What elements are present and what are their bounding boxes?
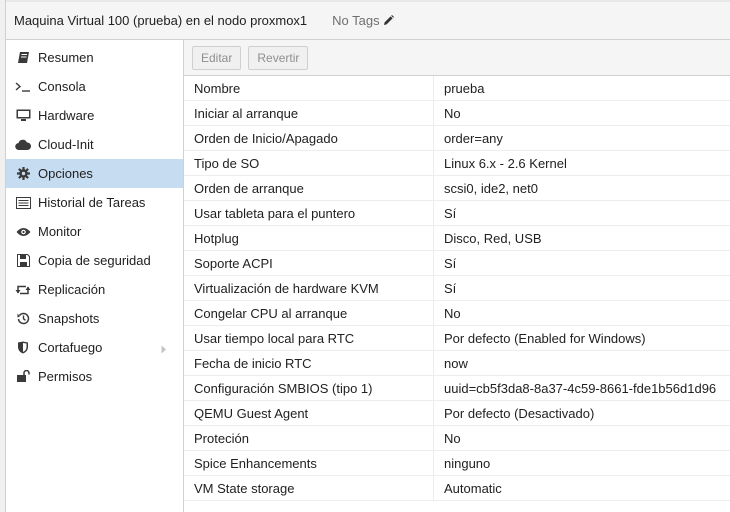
- sidebar-item-label: Opciones: [38, 166, 93, 181]
- option-value: No: [444, 305, 461, 321]
- option-value: ninguno: [444, 455, 491, 471]
- option-key: Tipo de SO: [184, 151, 434, 175]
- option-key: Orden de Inicio/Apagado: [184, 126, 434, 150]
- sidebar-item-hardware[interactable]: Hardware: [6, 101, 183, 130]
- table-row[interactable]: Tipo de SO Linux 6.x - 2.6 Kernel: [184, 151, 730, 176]
- option-key: Nombre: [184, 76, 434, 100]
- sidebar-item-label: Replicación: [38, 282, 106, 297]
- edit-button[interactable]: Editar: [192, 45, 242, 70]
- option-key: Orden de arranque: [184, 176, 434, 200]
- table-row[interactable]: Fecha de inicio RTC now: [184, 351, 730, 376]
- option-key: Usar tableta para el puntero: [184, 201, 434, 225]
- option-value: No: [444, 105, 461, 121]
- table-row[interactable]: Usar tableta para el puntero Sí: [184, 201, 730, 226]
- history-icon: [15, 311, 31, 327]
- sidebar-item-label: Resumen: [38, 50, 94, 65]
- sidebar-item-snapshots[interactable]: Snapshots: [6, 304, 183, 333]
- option-key: Usar tiempo local para RTC: [184, 326, 434, 350]
- option-value: uuid=cb5f3da8-8a37-4c59-8661-fde1b56d1d9…: [444, 380, 717, 396]
- table-row[interactable]: Orden de arranque scsi0, ide2, net0: [184, 176, 730, 201]
- option-key: Proteción: [184, 426, 434, 450]
- table-row[interactable]: Congelar CPU al arranque No: [184, 301, 730, 326]
- sidebar: Resumen Consola Hardware Cloud-Init Opci…: [6, 40, 184, 512]
- option-value: Disco, Red, USB: [444, 230, 542, 246]
- option-key: Spice Enhancements: [184, 451, 434, 475]
- table-row[interactable]: Hotplug Disco, Red, USB: [184, 226, 730, 251]
- sidebar-item-label: Consola: [38, 79, 86, 94]
- table-row[interactable]: Virtualización de hardware KVM Sí: [184, 276, 730, 301]
- table-row[interactable]: Iniciar al arranque No: [184, 101, 730, 126]
- unlock-icon: [15, 369, 31, 385]
- list-icon: [15, 195, 31, 211]
- option-value: prueba: [444, 80, 485, 96]
- sidebar-item-label: Historial de Tareas: [38, 195, 146, 210]
- sidebar-item-opciones[interactable]: Opciones: [6, 159, 183, 188]
- panel-header: Maquina Virtual 100 (prueba) en el nodo …: [6, 2, 730, 40]
- option-key: Configuración SMBIOS (tipo 1): [184, 376, 434, 400]
- floppy-icon: [15, 253, 31, 269]
- sidebar-item-replicacion[interactable]: Replicación: [6, 275, 183, 304]
- revert-button[interactable]: Revertir: [248, 45, 309, 70]
- sidebar-item-label: Cloud-Init: [38, 137, 94, 152]
- sidebar-item-backup[interactable]: Copia de seguridad: [6, 246, 183, 275]
- option-key: QEMU Guest Agent: [184, 401, 434, 425]
- sidebar-item-label: Snapshots: [38, 311, 100, 326]
- sidebar-item-label: Cortafuego: [38, 340, 103, 355]
- table-row[interactable]: Configuración SMBIOS (tipo 1) uuid=cb5f3d…: [184, 376, 730, 401]
- table-row[interactable]: Proteción No: [184, 426, 730, 451]
- option-key: Hotplug: [184, 226, 434, 250]
- sidebar-item-resumen[interactable]: Resumen: [6, 43, 183, 72]
- sidebar-item-label: Copia de seguridad: [38, 253, 151, 268]
- option-value: No: [444, 430, 461, 446]
- table-row[interactable]: VM State storage Automatic: [184, 476, 730, 501]
- table-row[interactable]: Soporte ACPI Sí: [184, 251, 730, 276]
- option-value: order=any: [444, 130, 503, 146]
- table-row[interactable]: Nombre prueba: [184, 76, 730, 101]
- option-value: now: [444, 355, 468, 371]
- option-value: Sí: [444, 205, 457, 221]
- option-value: Por defecto (Desactivado): [444, 405, 595, 421]
- option-value: Sí: [444, 280, 457, 296]
- option-key: VM State storage: [184, 476, 434, 500]
- tags-area[interactable]: No Tags: [332, 13, 394, 28]
- gear-icon: [15, 166, 31, 182]
- sidebar-item-label: Permisos: [38, 369, 93, 384]
- chevron-right-icon[interactable]: [161, 342, 167, 357]
- table-row[interactable]: QEMU Guest Agent Por defecto (Desactivado…: [184, 401, 730, 426]
- option-key: Virtualización de hardware KVM: [184, 276, 434, 300]
- book-icon: [15, 50, 31, 66]
- sidebar-item-cortafuego[interactable]: Cortafuego: [6, 333, 183, 362]
- shield-icon: [15, 340, 31, 356]
- option-value: Linux 6.x - 2.6 Kernel: [444, 155, 567, 171]
- table-row[interactable]: Orden de Inicio/Apagado order=any: [184, 126, 730, 151]
- option-value: scsi0, ide2, net0: [444, 180, 538, 196]
- options-table: Nombre prueba Iniciar al arranque No Orden d…: [184, 76, 730, 501]
- sidebar-item-cloud-init[interactable]: Cloud-Init: [6, 130, 183, 159]
- main-panel: Editar Revertir Nombre prueba Iniciar al a…: [184, 40, 730, 512]
- pencil-icon[interactable]: [383, 15, 394, 26]
- table-row[interactable]: Spice Enhancements ninguno: [184, 451, 730, 476]
- option-key: Congelar CPU al arranque: [184, 301, 434, 325]
- sidebar-item-label: Hardware: [38, 108, 95, 123]
- tags-label: No Tags: [332, 13, 380, 28]
- option-value: Por defecto (Enabled for Windows): [444, 330, 646, 346]
- option-key: Fecha de inicio RTC: [184, 351, 434, 375]
- page-title: Maquina Virtual 100 (prueba) en el nodo …: [14, 13, 308, 28]
- option-value: Automatic: [444, 480, 502, 496]
- sidebar-item-consola[interactable]: Consola: [6, 72, 183, 101]
- sidebar-item-monitor[interactable]: Monitor: [6, 217, 183, 246]
- cloud-icon: [15, 137, 31, 153]
- toolbar: Editar Revertir: [184, 40, 730, 76]
- sidebar-item-label: Monitor: [38, 224, 82, 239]
- option-key: Soporte ACPI: [184, 251, 434, 275]
- monitor-icon: [15, 108, 31, 124]
- eye-icon: [15, 224, 31, 240]
- terminal-icon: [15, 79, 31, 95]
- retweet-icon: [15, 282, 31, 298]
- sidebar-item-historial[interactable]: Historial de Tareas: [6, 188, 183, 217]
- option-value: Sí: [444, 255, 457, 271]
- sidebar-item-permisos[interactable]: Permisos: [6, 362, 183, 391]
- table-row[interactable]: Usar tiempo local para RTC Por defecto (E…: [184, 326, 730, 351]
- option-key: Iniciar al arranque: [184, 101, 434, 125]
